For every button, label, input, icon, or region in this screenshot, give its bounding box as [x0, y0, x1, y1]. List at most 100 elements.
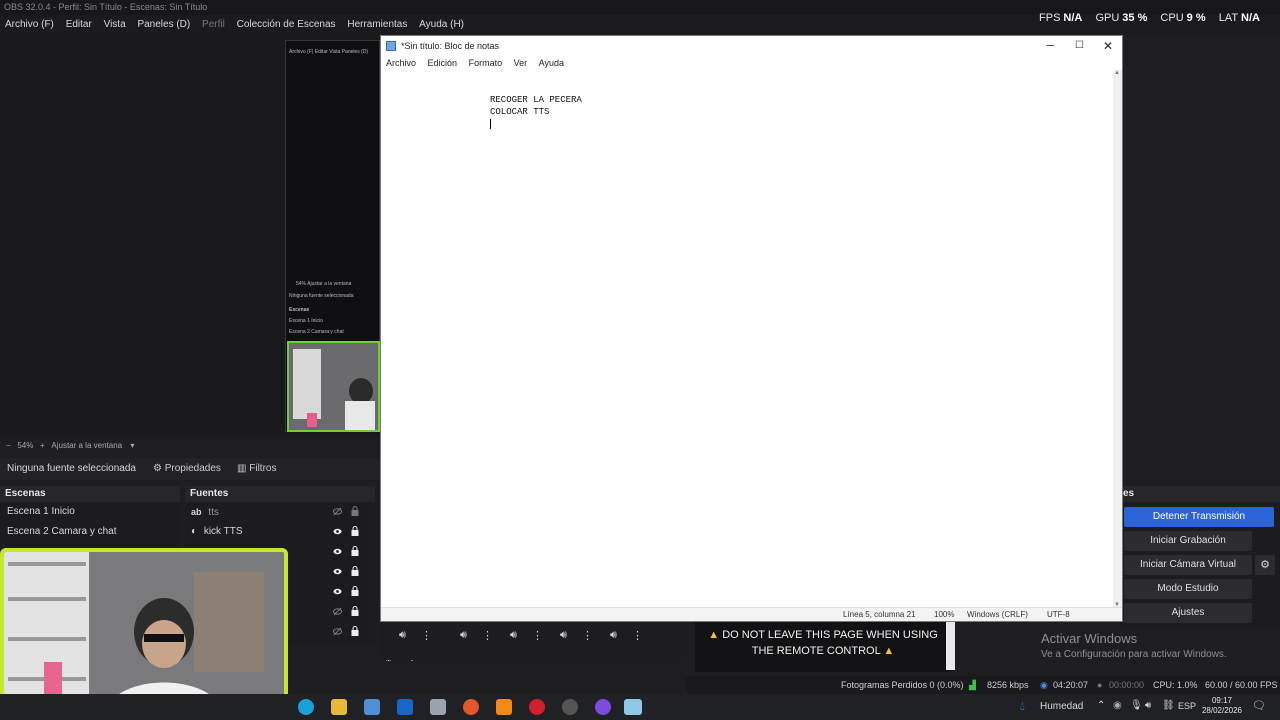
properties-button[interactable]: ⚙ Propiedades: [147, 461, 227, 477]
eye-icon[interactable]: [333, 527, 342, 536]
lat-value: N/A: [1241, 12, 1260, 24]
source-item[interactable]: ab tts: [185, 502, 375, 522]
activate-windows-watermark: Activar Windows Ve a Configuración para …: [1041, 631, 1227, 660]
zoom-in-button[interactable]: +: [40, 441, 45, 450]
menu-coleccion-escenas[interactable]: Colección de Escenas: [237, 19, 336, 30]
discord-icon[interactable]: [595, 699, 611, 715]
studio-mode-button[interactable]: Modo Estudio: [1124, 579, 1252, 599]
notepad-statusbar: Línea 5, columna 21 100% Windows (CRLF) …: [381, 607, 1122, 621]
virtual-camera-button[interactable]: Iniciar Cámara Virtual: [1124, 555, 1252, 575]
app-tray-icon[interactable]: ◉: [1113, 700, 1122, 711]
text-line: RECOGER LA PECERA: [490, 95, 582, 105]
cpu-label: CPU: [1160, 12, 1184, 24]
speaker-icon[interactable]: 🔊︎: [399, 629, 406, 642]
zoom-out-button[interactable]: −: [6, 441, 11, 450]
store-icon[interactable]: [364, 699, 380, 715]
np-menu-formato[interactable]: Formato: [469, 58, 503, 68]
menu-editar[interactable]: Editar: [66, 19, 92, 30]
notepad-text-area[interactable]: RECOGER LA PECERA COLOCAR TTS: [381, 70, 1114, 608]
more-vertical-icon[interactable]: ⋮: [482, 629, 493, 642]
scene-item[interactable]: Escena 2 Camara y chat: [0, 522, 180, 542]
filter-icon: ▥: [237, 463, 247, 474]
menu-archivo[interactable]: Archivo (F): [5, 19, 54, 30]
date: 28/02/2026: [1201, 706, 1242, 715]
menu-ayuda[interactable]: Ayuda (H): [419, 19, 464, 30]
notepad-window: *Sin título: Bloc de notas ─ ☐ ✕ Archivo…: [380, 35, 1123, 622]
fps-readout: 60.00 / 60.00 FPS: [1205, 680, 1278, 690]
np-menu-edicion[interactable]: Edición: [428, 58, 458, 68]
np-menu-archivo[interactable]: Archivo: [386, 58, 416, 68]
text-source-icon: ab: [191, 507, 202, 517]
mini-cam-scene: [289, 343, 378, 430]
file-explorer-icon[interactable]: [331, 699, 347, 715]
stop-streaming-button[interactable]: Detener Transmisión: [1124, 507, 1274, 527]
notepad-taskbar-icon[interactable]: [624, 699, 642, 715]
source-label: kick TTS: [203, 526, 243, 537]
app-icon[interactable]: [430, 699, 446, 715]
chevron-up-icon[interactable]: ⌃: [1097, 700, 1105, 711]
lock-icon[interactable]: [351, 566, 359, 576]
eye-hidden-icon[interactable]: [333, 507, 342, 516]
more-vertical-icon[interactable]: ⋮: [632, 629, 643, 642]
clock[interactable]: 09:17 28/02/2026: [1202, 696, 1242, 716]
lock-icon[interactable]: [351, 626, 359, 636]
menu-perfil[interactable]: Perfil: [202, 19, 225, 30]
menu-vista[interactable]: Vista: [104, 19, 126, 30]
speaker-icon[interactable]: 🔊︎: [610, 629, 617, 642]
stream-icon: ◉: [1040, 680, 1048, 690]
eye-icon[interactable]: [333, 587, 342, 596]
gear-icon[interactable]: ⚙: [1255, 555, 1275, 575]
scene-item[interactable]: Escena 1 Inicio: [0, 502, 180, 522]
settings-button[interactable]: Ajustes: [1124, 603, 1252, 623]
banner-scrollbar[interactable]: [946, 622, 955, 670]
notepad-menubar: Archivo Edición Formato Ver Ayuda: [381, 56, 1122, 70]
record-icon: ●: [1097, 680, 1103, 690]
notification-icon[interactable]: 🗨︎: [1252, 699, 1266, 712]
lock-icon[interactable]: [351, 586, 359, 596]
scroll-up-icon[interactable]: ▲: [1114, 70, 1120, 76]
speaker-icon[interactable]: 🔊︎: [510, 629, 517, 642]
more-vertical-icon[interactable]: ⋮: [421, 629, 432, 642]
notepad-titlebar[interactable]: *Sin título: Bloc de notas ─ ☐ ✕: [381, 36, 1122, 56]
lock-icon[interactable]: [351, 546, 359, 556]
obs-icon[interactable]: [562, 699, 578, 715]
eye-hidden-icon[interactable]: [333, 627, 342, 636]
vertical-scrollbar[interactable]: ▲ ▼: [1113, 70, 1122, 608]
controls-title: es: [1120, 486, 1280, 502]
weather-label[interactable]: Humedad: [1040, 701, 1083, 712]
eye-icon[interactable]: [333, 547, 342, 556]
speaker-icon[interactable]: 🔊︎: [560, 629, 567, 642]
filters-button[interactable]: ▥ Filtros: [231, 461, 282, 477]
source-item[interactable]: ◐ kick TTS: [185, 522, 375, 542]
vlc-icon[interactable]: [496, 699, 512, 715]
start-recording-button[interactable]: Iniciar Grabación: [1124, 531, 1252, 551]
network-icon[interactable]: ⛓︎: [1162, 700, 1175, 711]
np-menu-ayuda[interactable]: Ayuda: [539, 58, 564, 68]
lock-icon[interactable]: [351, 506, 359, 516]
minimize-icon[interactable]: ─: [1046, 36, 1054, 56]
lock-icon[interactable]: [351, 526, 359, 536]
outlook-icon[interactable]: [397, 699, 413, 715]
lat-label: LAT: [1218, 12, 1239, 24]
menu-paneles[interactable]: Paneles (D): [137, 19, 190, 30]
more-vertical-icon[interactable]: ⋮: [582, 629, 593, 642]
chevron-down-icon[interactable]: ▾: [130, 441, 134, 450]
speaker-icon[interactable]: 🔊︎: [1145, 700, 1151, 711]
opera-icon[interactable]: [529, 699, 545, 715]
eye-hidden-icon[interactable]: [333, 607, 342, 616]
menu-herramientas[interactable]: Herramientas: [347, 19, 407, 30]
np-menu-ver[interactable]: Ver: [514, 58, 528, 68]
speaker-icon[interactable]: 🔊︎: [460, 629, 467, 642]
lock-icon[interactable]: [351, 606, 359, 616]
cpu-usage: CPU: 1.0%: [1153, 680, 1198, 690]
zoom-mode[interactable]: Ajustar a la ventana: [51, 441, 122, 450]
eye-icon[interactable]: [333, 567, 342, 576]
close-icon[interactable]: ✕: [1103, 36, 1113, 56]
maximize-icon[interactable]: ☐: [1075, 36, 1084, 56]
edge-icon[interactable]: [298, 699, 314, 715]
more-vertical-icon[interactable]: ⋮: [532, 629, 543, 642]
firefox-icon[interactable]: [463, 699, 479, 715]
microphone-icon[interactable]: 🎙︎: [1130, 700, 1143, 711]
language-indicator[interactable]: ESP: [1178, 701, 1196, 711]
source-toolbar: Ninguna fuente seleccionada ⚙ Propiedade…: [0, 458, 380, 480]
